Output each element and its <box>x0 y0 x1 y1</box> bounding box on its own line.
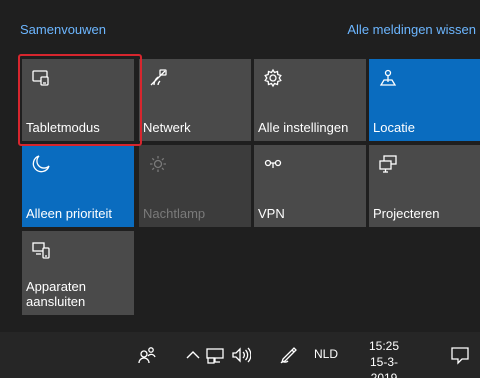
language-indicator[interactable]: NLD <box>314 347 338 361</box>
collapse-link[interactable]: Samenvouwen <box>20 22 106 37</box>
notification-icon <box>451 347 469 365</box>
tile-label: Alle instellingen <box>258 120 349 135</box>
network-wired-icon[interactable] <box>205 345 225 365</box>
tile-label: Netwerk <box>143 120 191 135</box>
tile-night-light[interactable]: Nachtlamp <box>139 145 251 227</box>
volume-icon[interactable] <box>231 345 251 365</box>
gear-icon <box>263 68 283 88</box>
tile-label: Projecteren <box>373 206 440 221</box>
tile-priority-only[interactable]: Alleen prioriteit <box>22 145 134 227</box>
tile-project[interactable]: Projecteren <box>369 145 480 227</box>
tile-connect-devices[interactable]: Apparaten aansluiten <box>22 231 134 315</box>
tile-label: VPN <box>258 206 285 221</box>
taskbar: NLD 15:25 15-3-2019 <box>0 332 480 378</box>
tile-label: Apparaten aansluiten <box>26 279 86 309</box>
location-icon <box>378 68 398 88</box>
vpn-icon <box>263 154 283 174</box>
tile-vpn[interactable]: VPN <box>254 145 366 227</box>
tile-label: Tabletmodus <box>26 120 100 135</box>
tile-network[interactable]: Netwerk <box>139 59 251 141</box>
moon-icon <box>31 154 51 174</box>
tile-label: Nachtlamp <box>143 206 206 221</box>
clear-all-notifications-link[interactable]: Alle meldingen wissen <box>347 22 476 37</box>
clock[interactable]: 15:25 15-3-2019 <box>357 338 411 378</box>
clock-time: 15:25 <box>368 339 400 353</box>
tile-all-settings[interactable]: Alle instellingen <box>254 59 366 141</box>
clock-date: 15-3-2019 <box>369 355 398 378</box>
tile-location[interactable]: Locatie <box>369 59 480 141</box>
tile-label: Alleen prioriteit <box>26 206 112 221</box>
people-icon[interactable] <box>137 345 157 365</box>
notification-center-button[interactable] <box>440 332 480 378</box>
tile-label: Locatie <box>373 120 415 135</box>
sun-icon <box>148 154 168 174</box>
chevron-up-icon[interactable] <box>183 345 203 365</box>
action-center-panel: Samenvouwen Alle meldingen wissen Tablet… <box>0 0 480 332</box>
network-icon <box>148 68 168 88</box>
connect-icon <box>31 240 51 260</box>
tablet-mode-icon <box>31 68 51 88</box>
project-icon <box>378 154 398 174</box>
tile-tablet-mode[interactable]: Tabletmodus <box>22 59 134 141</box>
pen-icon[interactable] <box>279 345 299 365</box>
